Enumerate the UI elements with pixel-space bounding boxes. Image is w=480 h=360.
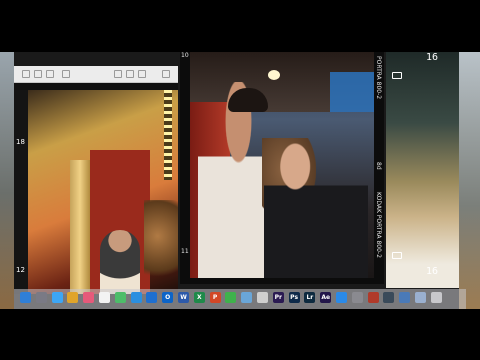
share-icon[interactable] [62,70,70,78]
window-toolbar [14,66,178,83]
photo-couple-closeup [190,52,380,278]
rotate-icon[interactable] [126,70,134,78]
film-label: 12 [16,266,25,274]
film-edge-right: PORTRA 800-2 8d KODAK PORTRA 800-2 [374,52,384,278]
settings-icon[interactable] [351,292,363,303]
film-sprocket [392,72,402,79]
search-icon[interactable] [162,70,170,78]
chrome-icon[interactable] [67,292,79,303]
messages-icon[interactable] [51,292,63,303]
onedrive-icon[interactable] [146,292,158,303]
premiere-icon[interactable]: Pr [272,292,284,303]
edge-label: 11 [181,248,189,255]
film-label: 18 [16,138,25,146]
desktop-wallpaper-right [459,52,480,309]
calendar-icon[interactable] [99,292,110,303]
film-strip-left: 18 12 [14,90,28,294]
aftereffects-icon[interactable]: Ae [320,292,332,303]
sidebar-toggle-icon[interactable] [22,70,30,78]
safari-icon[interactable] [130,292,142,303]
trash-icon[interactable] [430,292,442,303]
edge-label: 10 [181,52,189,59]
preview-window-main[interactable]: 10 11 PORTRA 800-2 8d KODAK PORTRA 800-2 [180,52,384,284]
edge-label: KODAK PORTRA 800-2 [375,192,382,258]
edge-label: PORTRA 800-2 [375,56,382,100]
couple-figure [100,230,140,294]
finalcut-icon[interactable] [257,292,268,303]
marquee-lights [164,90,172,180]
zoom-out-icon[interactable] [34,70,42,78]
facetime-icon[interactable] [225,292,237,303]
macos-dock: O W X P Pr Ps Lr Ae [14,289,466,309]
quicktime-icon[interactable] [383,292,395,303]
downloads-icon[interactable] [415,292,426,303]
film-number-top: 16 [426,52,439,63]
screen-recorder-icon[interactable] [399,292,411,303]
ornate-column [70,160,90,294]
launchpad-icon[interactable] [35,292,47,303]
film-sprocket [392,252,402,259]
powerpoint-icon[interactable]: P [209,292,221,303]
woman-figure [264,142,368,278]
film-number-bottom: 16 [426,266,439,277]
preview-icon[interactable] [241,292,253,303]
edge-label: 8d [375,162,382,170]
film-edge-left: 10 11 [180,52,190,278]
lightroom-icon[interactable]: Lr [304,292,316,303]
desktop-wallpaper-left [0,52,14,309]
capture-one-icon[interactable] [367,292,379,303]
markup-icon[interactable] [114,70,122,78]
desktop-screen: 18 12 10 11 PORTRA 800-2 8d KODAK PORTRA… [0,52,480,309]
word-icon[interactable]: W [178,292,189,303]
finder-icon[interactable] [20,292,31,303]
appstore-icon[interactable] [336,292,347,303]
ceiling-lamp [268,70,280,80]
preview-window-right[interactable]: 16 16 [386,52,459,288]
annotate-icon[interactable] [138,70,146,78]
photoshop-icon[interactable]: Ps [288,292,300,303]
notes-icon[interactable] [114,292,126,303]
preview-window-left[interactable]: 18 12 [14,66,178,294]
outlook-icon[interactable]: O [162,292,174,303]
palm-plant [144,200,178,290]
blue-light [330,72,380,112]
zoom-in-icon[interactable] [46,70,54,78]
photos-icon[interactable] [83,292,95,303]
excel-icon[interactable]: X [193,292,205,303]
photo-couple-theater-wide [28,90,178,294]
